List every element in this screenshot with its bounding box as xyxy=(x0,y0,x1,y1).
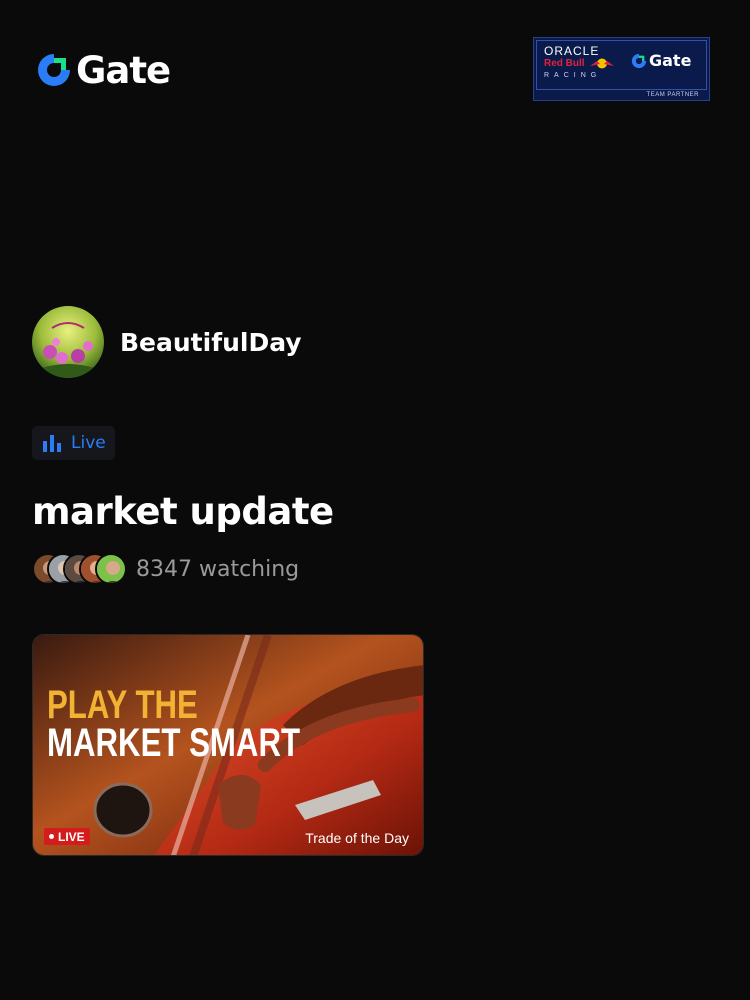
stream-title: market update xyxy=(32,490,334,533)
live-label: Live xyxy=(71,433,106,453)
viewer-count: 8347 watching xyxy=(32,553,299,585)
thumbnail-live-label: LIVE xyxy=(58,829,85,844)
gate-logo[interactable]: Gate xyxy=(36,48,171,92)
live-dot-icon xyxy=(49,834,54,839)
gate-logo-icon xyxy=(631,53,647,68)
avatar-image xyxy=(32,306,104,378)
partner-racing-text: RACING xyxy=(544,72,602,79)
partner-gate-logo: Gate xyxy=(631,51,691,70)
bar-chart-icon xyxy=(43,435,61,452)
gate-logo-icon xyxy=(38,54,70,86)
viewer-avatars xyxy=(32,553,128,585)
thumbnail-caption: Trade of the Day xyxy=(305,830,409,846)
redbull-icon xyxy=(590,58,614,69)
stream-thumbnail[interactable]: PLAY THE MARKET SMART LIVE Trade of the … xyxy=(32,634,424,856)
partner-oracle-text: ORACLE xyxy=(544,44,600,58)
team-partner-badge: ORACLE Red Bull RACING Gate TEAM PARTNER xyxy=(533,37,710,101)
host-name[interactable]: BeautifulDay xyxy=(120,328,302,357)
watching-count: 8347 watching xyxy=(136,556,300,582)
thumbnail-headline-2: MARKET SMART xyxy=(47,721,301,765)
partner-gate-text: Gate xyxy=(649,51,692,70)
partner-redbull-text: Red Bull xyxy=(544,58,585,69)
partner-caption: TEAM PARTNER xyxy=(646,92,699,98)
thumbnail-live-badge: LIVE xyxy=(44,828,90,845)
avatar[interactable] xyxy=(32,306,104,378)
gate-logo-text: Gate xyxy=(76,48,171,92)
live-status-badge: Live xyxy=(32,426,115,460)
viewer-avatar xyxy=(95,553,127,585)
host-profile[interactable]: BeautifulDay xyxy=(32,306,302,378)
